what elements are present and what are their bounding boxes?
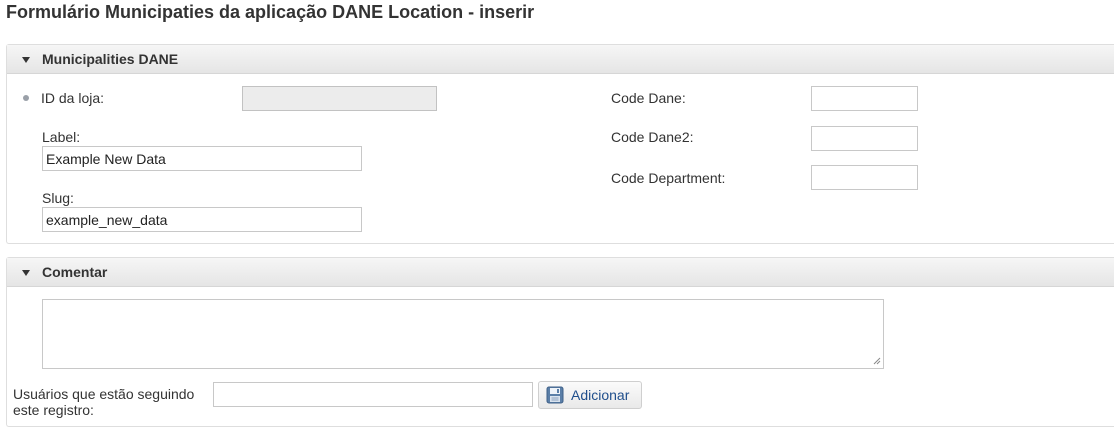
code-dane-label: Code Dane: [611,90,686,106]
code-dane2-label: Code Dane2: [611,129,694,145]
code-department-input[interactable] [811,165,918,190]
municipalities-panel-title: Municipalities DANE [42,51,179,67]
caret-down-icon [22,56,30,63]
code-dane-input[interactable] [811,86,918,111]
add-follower-button-label: Adicionar [571,387,630,403]
required-bullet-icon [23,95,29,101]
municipalities-panel-header[interactable]: Municipalities DANE [7,45,1114,74]
followers-label-line1: Usuários que estão seguindo [13,386,195,402]
label-field-label: Label: [42,129,81,145]
followers-label-line2: este registro: [13,402,94,418]
store-id-field [242,86,437,111]
comment-panel-header[interactable]: Comentar [7,258,1114,287]
add-follower-button[interactable]: Adicionar [538,381,643,409]
comment-panel-title: Comentar [42,264,108,280]
code-dane2-input[interactable] [811,126,918,151]
comment-textarea[interactable] [42,299,884,369]
followers-label: Usuários que estão seguindo este registr… [13,386,194,418]
code-department-label: Code Department: [611,170,726,186]
store-id-label: ID da loja: [41,90,105,106]
caret-down-icon [22,269,30,276]
slug-input[interactable] [42,207,362,232]
followers-input[interactable] [213,382,533,407]
slug-field-label: Slug: [42,190,74,206]
floppy-disk-icon [546,386,564,404]
label-input[interactable] [42,146,362,171]
page-title: Formulário Municipaties da aplicação DAN… [6,2,535,22]
